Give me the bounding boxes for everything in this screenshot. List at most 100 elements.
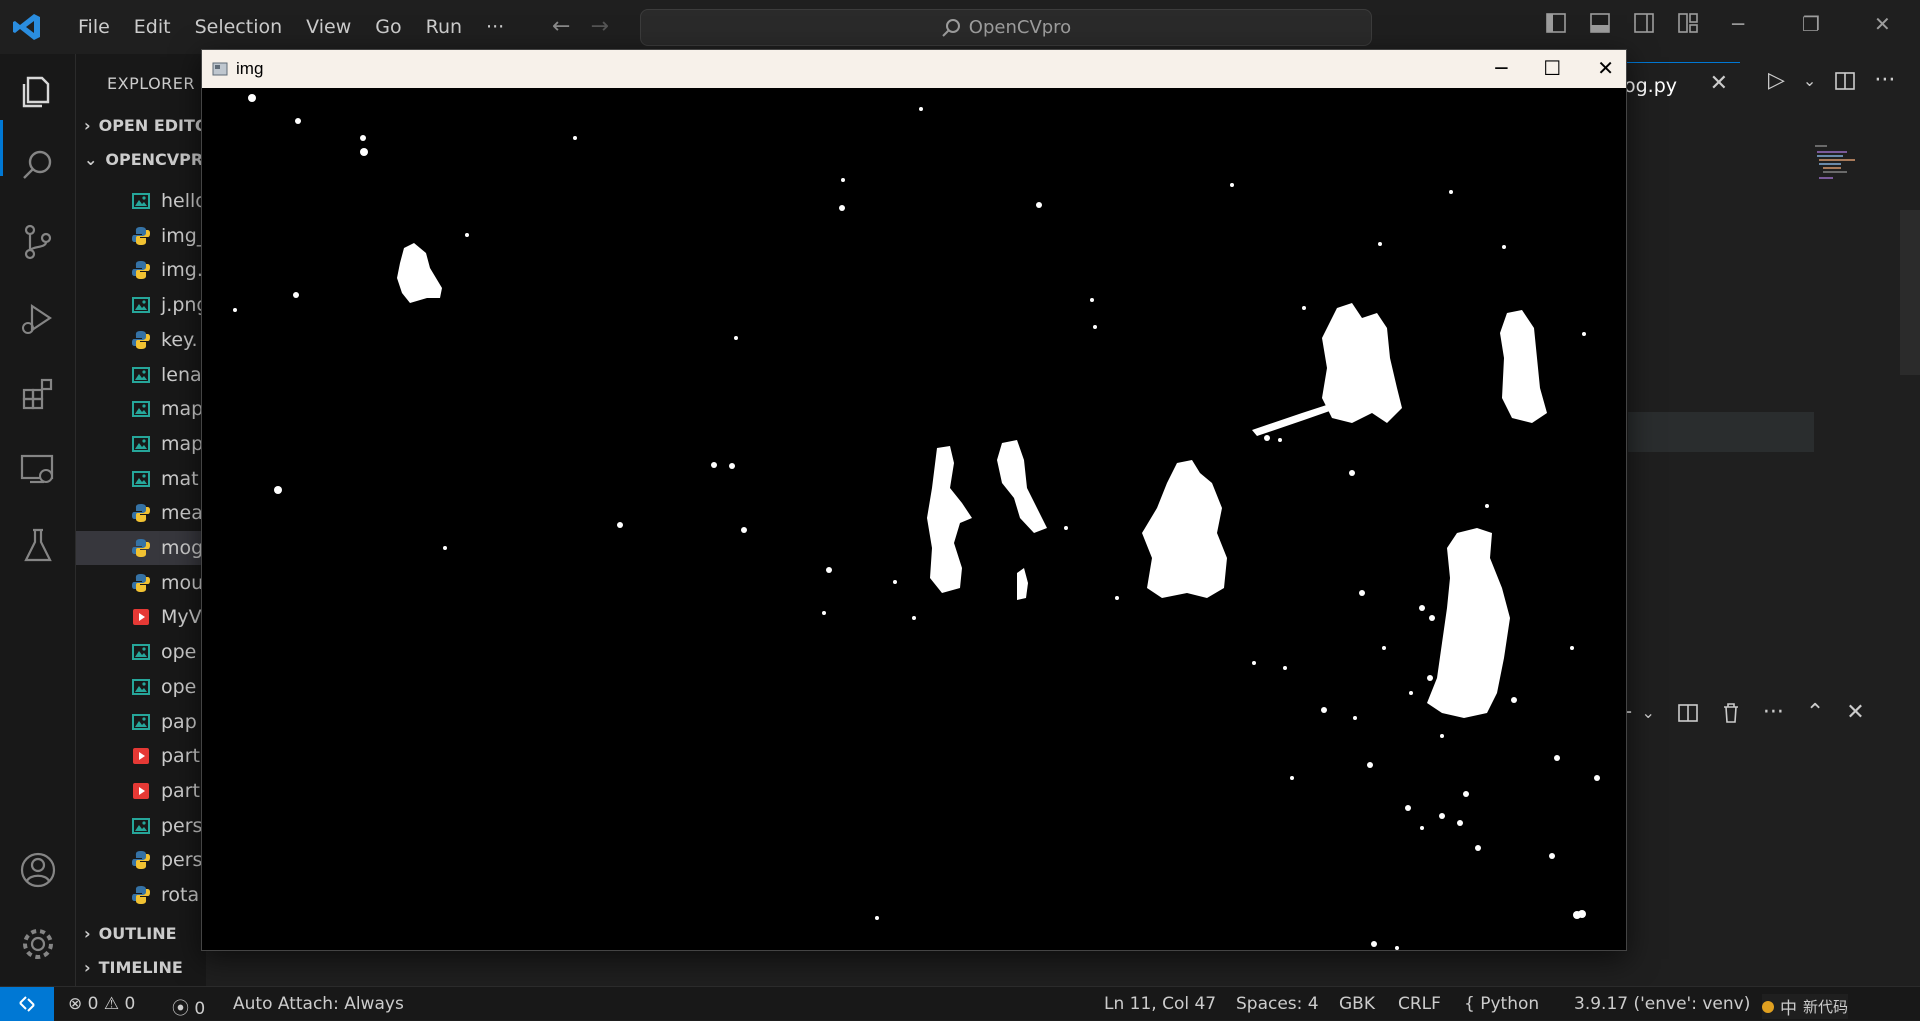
ime-indicator[interactable]: 中 新代码 — [1762, 994, 1849, 1019]
file-item[interactable]: map — [76, 427, 206, 461]
minimize-icon[interactable]: ─ — [1732, 12, 1744, 36]
more-actions-icon[interactable]: ··· — [1763, 700, 1784, 725]
problems-indicator[interactable]: ⊗ 0 ⚠ 0 — [68, 994, 135, 1014]
outline-label: OUTLINE — [98, 924, 177, 943]
file-item[interactable]: pers — [76, 843, 206, 877]
split-editor-icon[interactable] — [1834, 70, 1856, 92]
chevron-down-icon[interactable]: ⌄ — [1641, 703, 1654, 722]
ime-extra-label: 新代码 — [1803, 998, 1849, 1016]
run-python-file-icon[interactable]: ▷ — [1768, 68, 1785, 93]
file-item[interactable]: rota — [76, 878, 206, 912]
encoding-status[interactable]: GBK — [1339, 994, 1375, 1014]
file-item[interactable]: part — [76, 774, 206, 808]
chevron-down-icon[interactable]: ⌄ — [1803, 71, 1816, 90]
run-debug-icon[interactable] — [18, 298, 58, 338]
image-file-icon — [132, 193, 150, 209]
image-file-icon — [132, 817, 150, 834]
eol-status[interactable]: CRLF — [1398, 994, 1441, 1014]
open-editors-section[interactable]: › OPEN EDITORS — [84, 116, 206, 135]
source-control-icon[interactable] — [18, 222, 58, 262]
maximize-panel-icon[interactable]: ⌃ — [1806, 700, 1824, 725]
menu-view[interactable]: View — [294, 16, 363, 38]
customize-layout-icon[interactable] — [1677, 12, 1699, 34]
back-arrow-icon[interactable]: ← — [552, 14, 570, 39]
close-icon[interactable]: ✕ — [1597, 56, 1614, 80]
remote-explorer-icon[interactable] — [18, 450, 58, 490]
timeline-section[interactable]: › TIMELINE — [84, 958, 183, 977]
split-terminal-icon[interactable] — [1677, 702, 1699, 724]
error-icon: ⊗ — [68, 994, 83, 1014]
restore-icon[interactable]: ❐ — [1802, 12, 1820, 36]
auto-attach-status[interactable]: Auto Attach: Always — [233, 994, 404, 1014]
menu-edit[interactable]: Edit — [122, 16, 183, 38]
maximize-icon[interactable]: ☐ — [1543, 56, 1561, 80]
file-item[interactable]: lena — [76, 358, 206, 392]
opencv-image-window[interactable]: img ─ ☐ ✕ — [201, 49, 1627, 951]
minimize-icon[interactable]: ─ — [1495, 56, 1507, 80]
editor-tab[interactable]: og.py ✕ — [1620, 62, 1740, 108]
close-panel-icon[interactable]: ✕ — [1846, 700, 1864, 725]
menu-go[interactable]: Go — [363, 16, 413, 38]
toggle-secondary-sidebar-icon[interactable] — [1633, 12, 1655, 34]
account-icon[interactable] — [18, 850, 58, 890]
file-item[interactable]: pers — [76, 809, 206, 843]
command-center[interactable]: OpenCVpro — [640, 9, 1372, 46]
python-file-icon — [132, 226, 150, 245]
image-file-icon — [132, 470, 150, 487]
file-item[interactable]: map — [76, 392, 206, 426]
testing-icon[interactable] — [18, 526, 58, 566]
file-item[interactable]: hello — [76, 184, 206, 218]
file-item[interactable]: img. — [76, 253, 206, 287]
remote-indicator[interactable] — [0, 986, 54, 1021]
file-item[interactable]: j.png — [76, 288, 206, 322]
explorer-icon[interactable] — [18, 72, 58, 112]
file-item[interactable]: key. — [76, 323, 206, 357]
toggle-panel-icon[interactable] — [1589, 12, 1611, 34]
extensions-icon[interactable] — [18, 374, 58, 414]
file-name: map — [161, 432, 204, 455]
command-center-label: OpenCVpro — [968, 17, 1072, 38]
file-name: part — [161, 779, 200, 802]
close-icon[interactable]: ✕ — [1874, 12, 1891, 36]
menu-selection[interactable]: Selection — [183, 16, 295, 38]
opencv-window-titlebar[interactable]: img ─ ☐ ✕ — [202, 50, 1626, 88]
file-name: pap — [161, 710, 197, 733]
file-item[interactable]: mat — [76, 462, 206, 496]
file-item[interactable]: MyV — [76, 600, 206, 634]
menu-more[interactable]: ··· — [474, 16, 516, 38]
file-item[interactable]: pap — [76, 705, 206, 739]
close-tab-icon[interactable]: ✕ — [1710, 71, 1728, 96]
file-name: mea — [161, 502, 203, 525]
cursor-position[interactable]: Ln 11, Col 47 — [1104, 994, 1216, 1014]
language-mode[interactable]: { Python — [1464, 994, 1539, 1014]
menu-file[interactable]: File — [66, 16, 122, 38]
toggle-primary-sidebar-icon[interactable] — [1545, 12, 1567, 34]
file-item[interactable]: mou — [76, 566, 206, 600]
settings-gear-icon[interactable] — [18, 924, 58, 964]
file-name: pers — [161, 814, 203, 837]
file-item[interactable]: part — [76, 739, 206, 773]
indentation-status[interactable]: Spaces: 4 — [1236, 994, 1319, 1014]
image-file-icon — [132, 435, 150, 452]
file-name: img. — [161, 259, 203, 282]
image-file-icon — [132, 678, 150, 695]
opencv-window-title: img — [236, 59, 264, 78]
more-actions-icon[interactable]: ··· — [1874, 68, 1895, 93]
file-item[interactable]: ope — [76, 635, 206, 669]
outline-section[interactable]: › OUTLINE — [84, 924, 177, 943]
ports-indicator[interactable]: ⦿ 0 — [172, 994, 205, 1019]
file-item[interactable]: img_ — [76, 219, 206, 253]
nav-arrows: ← → — [552, 14, 609, 39]
file-item[interactable]: mea — [76, 496, 206, 530]
editor-scrollbar[interactable] — [1900, 210, 1920, 375]
menu-run[interactable]: Run — [414, 16, 474, 38]
project-section[interactable]: ⌄ OPENCVPRO — [84, 150, 206, 169]
menu-bar: File Edit Selection View Go Run ··· — [66, 0, 516, 54]
python-interpreter[interactable]: 3.9.17 ('enve': venv) — [1574, 994, 1750, 1014]
trash-icon[interactable] — [1721, 702, 1741, 724]
forward-arrow-icon[interactable]: → — [590, 14, 608, 39]
search-icon[interactable] — [18, 146, 58, 186]
file-item[interactable]: mog — [76, 531, 206, 565]
python-file-icon — [132, 504, 150, 523]
file-item[interactable]: ope — [76, 670, 206, 704]
